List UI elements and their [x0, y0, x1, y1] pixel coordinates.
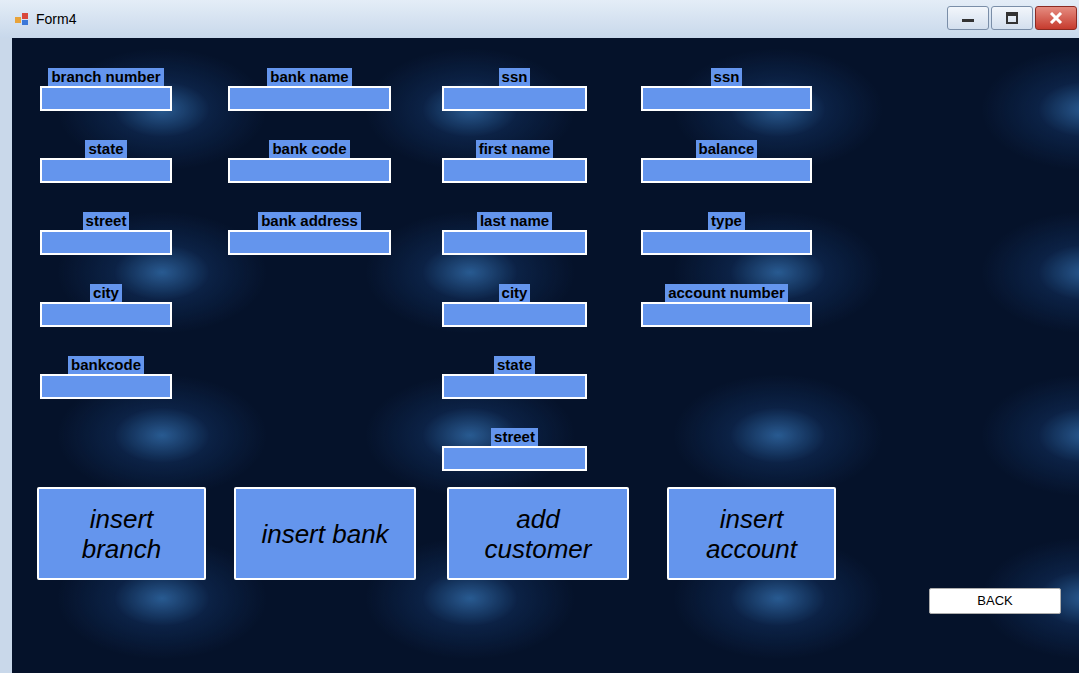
text-box[interactable]: [641, 158, 812, 183]
form-field: last name: [442, 212, 587, 255]
form-window: Form4 branch number state street city bankcod…: [0, 0, 1079, 673]
field-label: state: [85, 140, 126, 158]
field-label: city: [90, 284, 122, 302]
field-label: type: [708, 212, 745, 230]
text-box[interactable]: [40, 230, 172, 255]
minimize-icon: [961, 13, 975, 23]
close-button[interactable]: [1035, 6, 1077, 30]
text-box[interactable]: [40, 86, 172, 111]
text-box[interactable]: [40, 158, 172, 183]
form-field: first name: [442, 140, 587, 183]
form-field: branch number: [40, 68, 172, 111]
field-label: bankcode: [68, 356, 144, 374]
field-groups: branch number state street city bankcode bank…: [12, 68, 1079, 471]
form-field: bank code: [228, 140, 391, 183]
form-field: state: [442, 356, 587, 399]
text-box[interactable]: [442, 374, 587, 399]
field-label: balance: [696, 140, 758, 158]
field-label: state: [494, 356, 535, 374]
action-button[interactable]: insert bank: [234, 487, 416, 580]
field-label: bank code: [269, 140, 349, 158]
text-box[interactable]: [641, 302, 812, 327]
action-button[interactable]: insert account: [667, 487, 836, 580]
form-field: type: [641, 212, 812, 255]
form-field: city: [40, 284, 172, 327]
window-frame: [0, 38, 12, 673]
field-label: ssn: [499, 68, 531, 86]
field-label: account number: [665, 284, 788, 302]
action-button[interactable]: add customer: [447, 487, 629, 580]
field-label: bank name: [267, 68, 351, 86]
text-box[interactable]: [442, 158, 587, 183]
text-box[interactable]: [442, 230, 587, 255]
action-button[interactable]: insert branch: [37, 487, 206, 580]
field-label: street: [83, 212, 130, 230]
field-label: ssn: [711, 68, 743, 86]
window-controls: [947, 6, 1077, 32]
text-box[interactable]: [641, 230, 812, 255]
field-group: ssn first name last name city state street: [442, 68, 587, 471]
text-box[interactable]: [442, 446, 587, 471]
background-image: branch number state street city bankcode bank…: [12, 38, 1079, 673]
form-field: state: [40, 140, 172, 183]
form-field: ssn: [641, 68, 812, 111]
form-field: bank name: [228, 68, 391, 111]
form-field: account number: [641, 284, 812, 327]
minimize-button[interactable]: [947, 6, 989, 30]
field-label: last name: [477, 212, 552, 230]
form-field: ssn: [442, 68, 587, 111]
text-box[interactable]: [40, 302, 172, 327]
maximize-icon: [1005, 12, 1019, 24]
field-label: street: [491, 428, 538, 446]
title-bar: Form4: [0, 0, 1079, 38]
field-group: ssn balance type account number: [641, 68, 812, 327]
close-icon: [1049, 12, 1063, 24]
text-box[interactable]: [40, 374, 172, 399]
field-label: bank address: [258, 212, 361, 230]
form-field: street: [40, 212, 172, 255]
form-field: balance: [641, 140, 812, 183]
app-icon: [14, 11, 30, 27]
action-buttons: insert branch insert bank add customer inse…: [12, 487, 1079, 580]
text-box[interactable]: [228, 158, 391, 183]
field-label: city: [499, 284, 531, 302]
form-field: bank address: [228, 212, 391, 255]
back-button[interactable]: BACK: [929, 588, 1061, 614]
text-box[interactable]: [442, 86, 587, 111]
field-group: branch number state street city bankcode: [40, 68, 172, 399]
maximize-button[interactable]: [991, 6, 1033, 30]
back-row: BACK: [12, 588, 1079, 614]
form-field: city: [442, 284, 587, 327]
text-box[interactable]: [228, 86, 391, 111]
client-area: branch number state street city bankcode bank…: [0, 38, 1079, 673]
text-box[interactable]: [442, 302, 587, 327]
form-field: street: [442, 428, 587, 471]
window-title: Form4: [36, 9, 76, 30]
field-label: first name: [476, 140, 554, 158]
field-label: branch number: [48, 68, 163, 86]
form-field: bankcode: [40, 356, 172, 399]
text-box[interactable]: [641, 86, 812, 111]
field-group: bank name bank code bank address: [228, 68, 391, 255]
text-box[interactable]: [228, 230, 391, 255]
